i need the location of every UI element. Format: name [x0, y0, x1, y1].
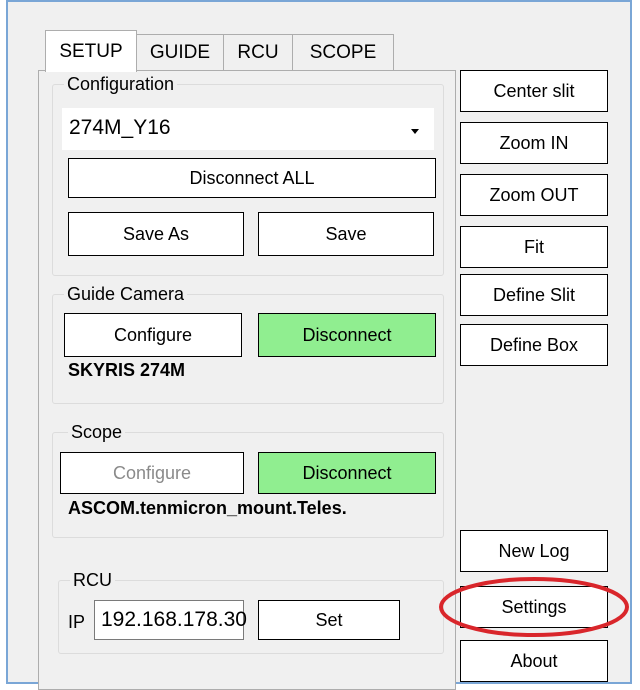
tab-scope[interactable]: SCOPE [292, 34, 394, 70]
guide-camera-device-name: SKYRIS 274M [68, 360, 186, 380]
configure-label: Configure [113, 324, 193, 345]
app-window: SETUP GUIDE RCU SCOPE Configuration 274M… [6, 0, 632, 690]
guide-camera-configure-button[interactable]: Configure [64, 313, 242, 357]
guide-camera-disconnect-button[interactable]: Disconnect [258, 313, 436, 357]
define-box-button[interactable]: Define Box [460, 324, 608, 366]
set-label: Set [315, 609, 343, 630]
zoom-out-button[interactable]: Zoom OUT [460, 174, 608, 216]
ip-label: IP [68, 612, 86, 632]
save-button[interactable]: Save [258, 212, 434, 256]
configure-label: Configure [112, 462, 192, 483]
disconnect-all-label: Disconnect ALL [189, 167, 315, 188]
define-box-label: Define Box [489, 334, 579, 355]
scope-disconnect-button[interactable]: Disconnect [258, 452, 436, 494]
set-button[interactable]: Set [258, 600, 400, 640]
new-log-label: New Log [498, 540, 570, 561]
tab-guide[interactable]: GUIDE [136, 34, 224, 70]
disconnect-label: Disconnect [302, 324, 392, 345]
tab-rcu[interactable]: RCU [223, 34, 293, 70]
save-label: Save [325, 223, 367, 244]
define-slit-button[interactable]: Define Slit [460, 274, 608, 316]
configuration-select[interactable]: 274M_Y16 [62, 108, 434, 150]
scope-device-name: ASCOM.tenmicron_mount.Teles. [68, 498, 347, 518]
center-slit-button[interactable]: Center slit [460, 70, 608, 112]
scope-configure-button[interactable]: Configure [60, 452, 244, 494]
disconnect-label: Disconnect [302, 462, 392, 483]
chevron-down-icon [411, 129, 419, 134]
fit-label: Fit [524, 236, 544, 257]
configuration-title: Configuration [64, 74, 178, 94]
tab-label: GUIDE [149, 41, 211, 63]
tab-label: RCU [237, 41, 279, 63]
define-slit-label: Define Slit [492, 284, 576, 305]
tab-setup[interactable]: SETUP [45, 30, 137, 72]
center-slit-label: Center slit [493, 80, 575, 101]
ip-input[interactable]: 192.168.178.30 [94, 600, 247, 640]
disconnect-all-button[interactable]: Disconnect ALL [68, 158, 436, 198]
tab-label: SCOPE [309, 41, 377, 63]
fit-button[interactable]: Fit [460, 226, 608, 268]
tab-label: SETUP [59, 40, 123, 62]
configuration-selected-value: 274M_Y16 [69, 116, 171, 139]
save-as-button[interactable]: Save As [68, 212, 244, 256]
ip-value: 192.168.178.30 [101, 608, 247, 631]
about-label: About [510, 650, 558, 671]
scope-title: Scope [68, 422, 126, 442]
save-as-label: Save As [122, 223, 190, 244]
guide-camera-title: Guide Camera [64, 284, 188, 304]
zoom-out-label: Zoom OUT [489, 184, 579, 205]
zoom-in-button[interactable]: Zoom IN [460, 122, 608, 164]
highlight-ellipse [439, 577, 629, 637]
about-button[interactable]: About [460, 640, 608, 682]
rcu-title: RCU [70, 570, 115, 590]
zoom-in-label: Zoom IN [499, 132, 569, 153]
new-log-button[interactable]: New Log [460, 530, 608, 572]
